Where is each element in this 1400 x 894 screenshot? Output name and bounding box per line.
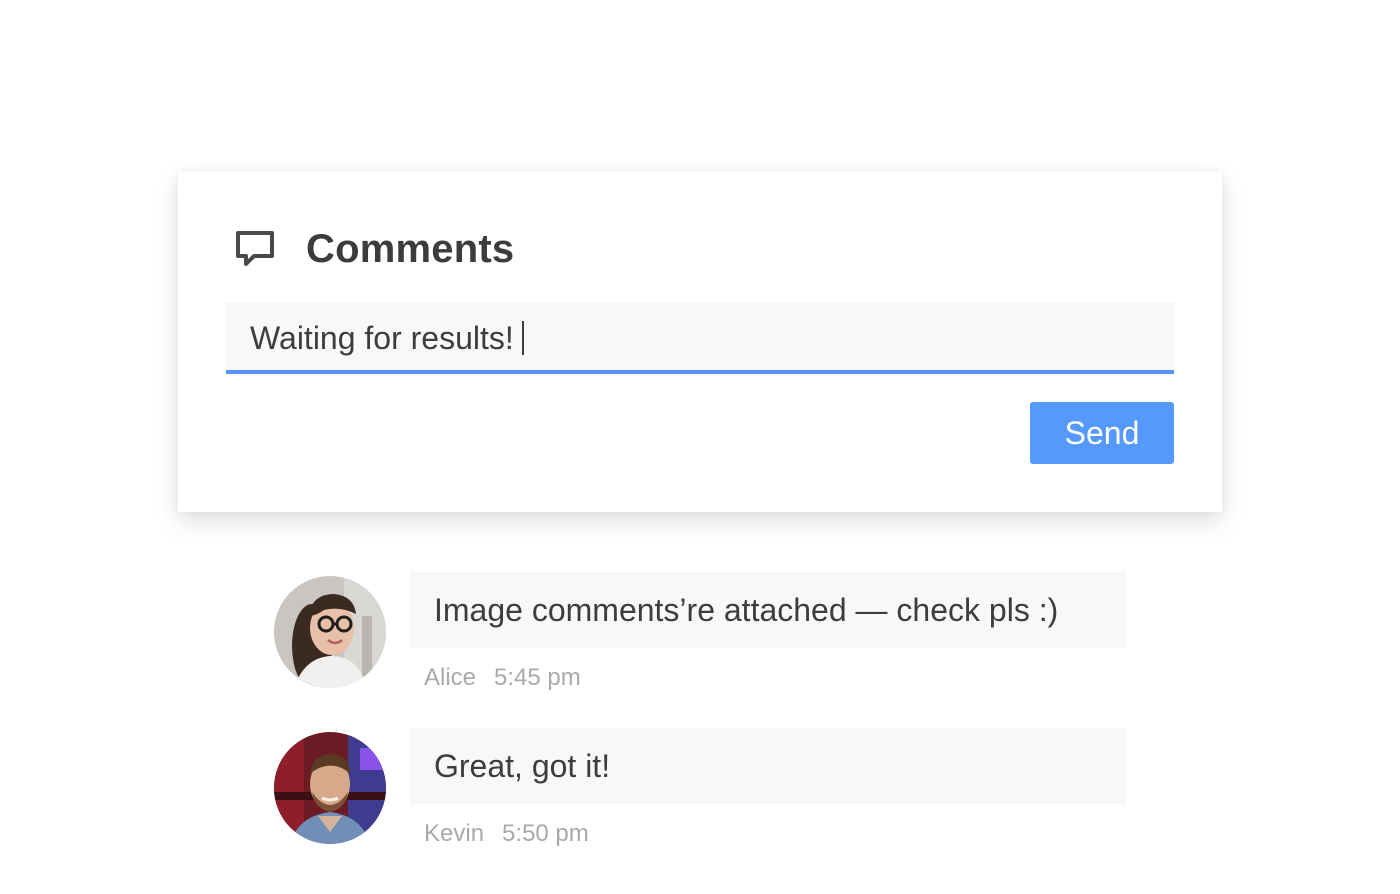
page: Comments Waiting for results! Send Image… (0, 0, 1400, 894)
send-button[interactable]: Send (1030, 402, 1174, 464)
comment-input-value-wrap[interactable]: Waiting for results! (250, 302, 524, 374)
panel-title: Comments (306, 226, 515, 271)
comment-author[interactable]: Kevin (424, 820, 484, 848)
comment-input[interactable]: Waiting for results! (226, 302, 1174, 374)
panel-header: Comments (232, 224, 514, 274)
comment-icon (232, 226, 278, 272)
comment-author[interactable]: Alice (424, 664, 476, 692)
comment-time: 5:45 pm (494, 664, 581, 691)
comment-time: 5:50 pm (502, 820, 589, 847)
comments-panel: Comments Waiting for results! Send (178, 172, 1222, 512)
avatar-alice[interactable] (274, 576, 386, 688)
comment-meta: Alice 5:45 pm (424, 664, 581, 692)
text-caret (521, 321, 524, 355)
comment-meta: Kevin 5:50 pm (424, 820, 589, 848)
comment-text: Image comments’re attached — check pls :… (410, 572, 1126, 648)
comments-list: Image comments’re attached — check pls :… (274, 572, 1126, 884)
avatar-kevin[interactable] (274, 732, 386, 844)
comment-text: Great, got it! (410, 728, 1126, 804)
comment-input-value[interactable]: Waiting for results! (250, 320, 514, 357)
comment-item: Great, got it! Kevin 5:50 pm (274, 728, 1126, 884)
comment-item: Image comments’re attached — check pls :… (274, 572, 1126, 728)
